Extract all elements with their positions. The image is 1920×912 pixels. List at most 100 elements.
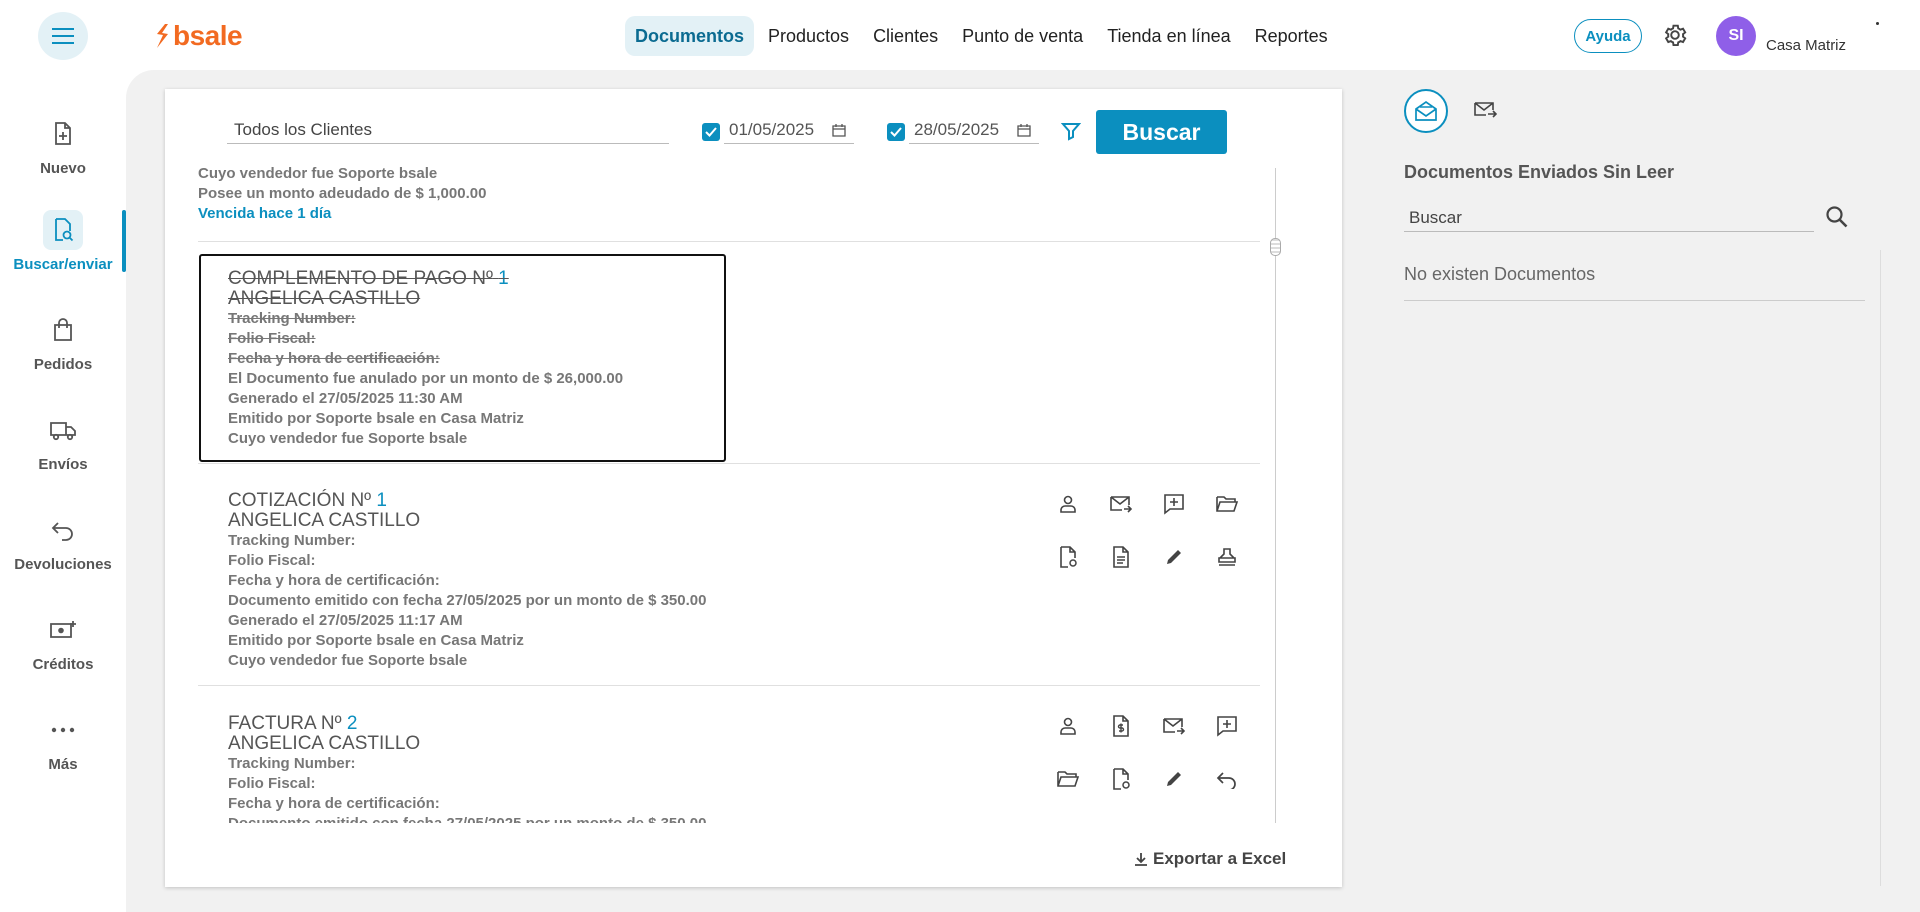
doc-line: Emitido por Soporte bsale en Casa Matriz	[228, 410, 524, 427]
doc-line: Fecha y hora de certificación:	[228, 572, 440, 589]
sidebar-item-label: Envíos	[38, 456, 88, 473]
nav-clientes[interactable]: Clientes	[863, 16, 948, 56]
calendar-icon[interactable]	[1017, 123, 1031, 137]
sidebar-item-label: Más	[48, 756, 78, 773]
sidebar-item-label: Créditos	[32, 656, 94, 673]
doc-line: Folio Fiscal:	[228, 330, 316, 347]
doc-line: Tracking Number:	[228, 755, 356, 772]
mail-open-icon	[1415, 100, 1437, 121]
doc-title[interactable]: COTIZACIÓN Nº 1	[228, 491, 1260, 511]
pencil-icon[interactable]	[1160, 543, 1188, 571]
client-filter-input[interactable]: Todos los Clientes	[227, 114, 669, 144]
doc-title[interactable]: FACTURA Nº 2	[228, 714, 1260, 734]
scrollbar-thumb[interactable]	[1270, 238, 1281, 256]
comment-plus-icon[interactable]	[1160, 490, 1188, 518]
date-from-value: 01/05/2025	[729, 120, 815, 139]
hamburger-menu-button[interactable]	[38, 12, 88, 60]
list-item[interactable]: COTIZACIÓN Nº 1 ANGELICA CASTILLO Tracki…	[228, 491, 1260, 671]
date-from-checkbox[interactable]	[702, 123, 720, 141]
filter-icon[interactable]	[1061, 121, 1081, 141]
user-icon[interactable]	[1054, 490, 1082, 518]
search-icon[interactable]	[1824, 204, 1850, 230]
main-nav: Documentos Productos Clientes Punto de v…	[625, 16, 1338, 56]
comment-plus-icon[interactable]	[1213, 712, 1241, 740]
doc-number[interactable]: 1	[498, 268, 509, 289]
doc-title[interactable]: COMPLEMENTO DE PAGO Nº 1	[228, 269, 1260, 289]
sidebar-item-label: Buscar/enviar	[13, 256, 113, 273]
sent-mail-tab[interactable]	[1472, 96, 1500, 124]
folder-open-icon[interactable]	[1213, 490, 1241, 518]
sidebar-item-devoluciones[interactable]: Devoluciones	[0, 510, 126, 600]
file-link-icon[interactable]	[1107, 765, 1135, 793]
bsale-logo[interactable]: bsale	[154, 20, 243, 52]
doc-line: Generado el 27/05/2025 11:30 AM	[228, 390, 463, 407]
divider	[198, 463, 1260, 464]
doc-line: Folio Fiscal:	[228, 775, 316, 792]
sidebar-item-nuevo[interactable]: Nuevo	[0, 114, 126, 204]
list-item[interactable]: Cuyo vendedor fue Soporte bsale Posee un…	[198, 164, 1260, 224]
gear-icon[interactable]	[1662, 22, 1688, 48]
scrollbar-track[interactable]	[1275, 168, 1276, 823]
date-from-input[interactable]: 01/05/2025	[724, 114, 854, 144]
sidebar-item-pedidos[interactable]: Pedidos	[0, 310, 126, 400]
sidebar-item-label: Devoluciones	[14, 556, 112, 573]
doc-type: COMPLEMENTO DE PAGO Nº	[228, 268, 493, 289]
calendar-icon[interactable]	[832, 123, 846, 137]
nav-reportes[interactable]: Reportes	[1245, 16, 1338, 56]
doc-number[interactable]: 2	[347, 713, 358, 734]
user-icon[interactable]	[1054, 712, 1082, 740]
mail-forward-icon	[1474, 102, 1498, 118]
mail-forward-icon[interactable]	[1160, 712, 1188, 740]
stamp-icon[interactable]	[1213, 543, 1241, 571]
doc-line: Fecha y hora de certificación:	[228, 795, 440, 812]
list-item[interactable]: COMPLEMENTO DE PAGO Nº 1 ANGELICA CASTIL…	[228, 269, 1260, 449]
sidebar-item-buscar-enviar[interactable]: Buscar/enviar	[0, 210, 126, 300]
export-excel-button[interactable]: Exportar a Excel	[1133, 849, 1286, 869]
file-link-icon[interactable]	[1054, 543, 1082, 571]
divider	[198, 685, 1260, 686]
doc-line: Documento emitido con fecha 27/05/2025 p…	[228, 814, 1260, 823]
sidebar-item-label: Nuevo	[40, 160, 86, 177]
return-icon	[43, 510, 83, 550]
unread-mail-tab[interactable]	[1404, 89, 1448, 133]
user-avatar[interactable]: SI	[1716, 16, 1756, 56]
doc-line: Tracking Number:	[228, 310, 356, 327]
cash-plus-icon	[43, 610, 83, 650]
nav-tienda-en-linea[interactable]: Tienda en línea	[1097, 16, 1240, 56]
doc-line: Cuyo vendedor fue Soporte bsale	[228, 652, 468, 669]
date-to-input[interactable]: 28/05/2025	[909, 114, 1039, 144]
sidebar-item-envios[interactable]: Envíos	[0, 410, 126, 500]
sidebar-item-mas[interactable]: Más	[0, 710, 126, 800]
file-dollar-icon[interactable]	[1107, 712, 1135, 740]
file-plus-icon	[43, 114, 83, 154]
undo-icon[interactable]	[1213, 765, 1241, 793]
branch-name[interactable]: Casa Matriz	[1766, 37, 1846, 54]
top-bar: bsale Documentos Productos Clientes Punt…	[0, 0, 1920, 70]
doc-line: Emitido por Soporte bsale en Casa Matriz	[228, 632, 524, 649]
overdue-status: Vencida hace 1 día	[198, 205, 332, 222]
unread-documents-title: Documentos Enviados Sin Leer	[1404, 162, 1675, 182]
date-to-checkbox[interactable]	[887, 123, 905, 141]
folder-open-icon[interactable]	[1054, 765, 1082, 793]
empty-state-text: No existen Documentos	[1404, 264, 1865, 301]
sidebar-item-creditos[interactable]: Créditos	[0, 610, 126, 700]
unread-search-input[interactable]: Buscar	[1404, 202, 1814, 232]
download-icon	[1135, 853, 1147, 866]
right-panel-divider	[1880, 250, 1881, 886]
pencil-icon[interactable]	[1160, 765, 1188, 793]
mail-forward-icon[interactable]	[1107, 490, 1135, 518]
search-button[interactable]: Buscar	[1096, 110, 1227, 154]
document-icon[interactable]	[1107, 543, 1135, 571]
doc-number[interactable]: 1	[376, 490, 387, 511]
help-button[interactable]: Ayuda	[1574, 19, 1642, 53]
doc-client: ANGELICA CASTILLO	[228, 733, 421, 754]
nav-punto-de-venta[interactable]: Punto de venta	[952, 16, 1093, 56]
nav-productos[interactable]: Productos	[758, 16, 859, 56]
filter-bar: Todos los Clientes 01/05/2025 28/05/2025…	[227, 110, 1247, 154]
export-label: Exportar a Excel	[1153, 849, 1287, 868]
list-item[interactable]: FACTURA Nº 2 ANGELICA CASTILLO Tracking …	[228, 714, 1260, 824]
doc-client: ANGELICA CASTILLO	[228, 510, 421, 531]
doc-type: COTIZACIÓN Nº	[228, 490, 372, 511]
sidebar: Nuevo Buscar/enviar Pedidos Envíos Devol…	[0, 70, 126, 912]
nav-documentos[interactable]: Documentos	[625, 16, 755, 56]
